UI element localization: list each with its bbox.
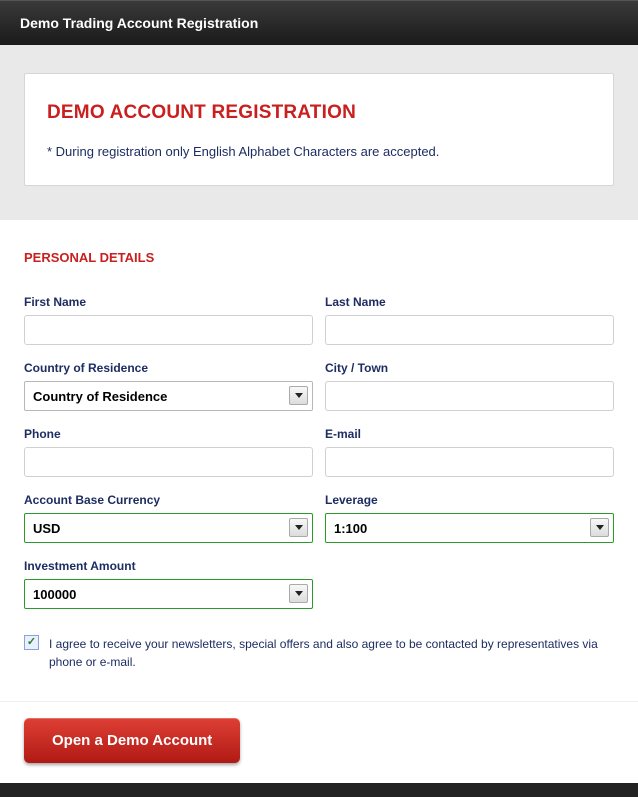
city-input[interactable] xyxy=(325,381,614,411)
email-input[interactable] xyxy=(325,447,614,477)
footer: Open a Demo Account xyxy=(0,701,638,783)
window-titlebar: Demo Trading Account Registration xyxy=(0,0,638,45)
form-area: PERSONAL DETAILS First Name Last Name Co… xyxy=(0,220,638,701)
leverage-value: 1:100 xyxy=(334,521,367,536)
country-select[interactable]: Country of Residence xyxy=(24,381,313,411)
phone-input[interactable] xyxy=(24,447,313,477)
investment-value: 100000 xyxy=(33,587,76,602)
agree-checkbox[interactable]: ✓ xyxy=(24,635,39,650)
submit-button[interactable]: Open a Demo Account xyxy=(24,718,240,763)
country-value: Country of Residence xyxy=(33,389,167,404)
first-name-input[interactable] xyxy=(24,315,313,345)
section-title: PERSONAL DETAILS xyxy=(24,250,614,265)
header-title: DEMO ACCOUNT REGISTRATION xyxy=(47,102,591,124)
country-label: Country of Residence xyxy=(24,361,313,375)
investment-label: Investment Amount xyxy=(24,559,313,573)
currency-label: Account Base Currency xyxy=(24,493,313,507)
leverage-select[interactable]: 1:100 xyxy=(325,513,614,543)
header-box: DEMO ACCOUNT REGISTRATION * During regis… xyxy=(24,73,614,186)
investment-select[interactable]: 100000 xyxy=(24,579,313,609)
currency-value: USD xyxy=(33,521,60,536)
chevron-down-icon xyxy=(289,386,308,405)
last-name-input[interactable] xyxy=(325,315,614,345)
agree-text: I agree to receive your newsletters, spe… xyxy=(49,635,614,671)
email-label: E-mail xyxy=(325,427,614,441)
currency-select[interactable]: USD xyxy=(24,513,313,543)
phone-label: Phone xyxy=(24,427,313,441)
header-area: DEMO ACCOUNT REGISTRATION * During regis… xyxy=(0,45,638,220)
first-name-label: First Name xyxy=(24,295,313,309)
chevron-down-icon xyxy=(590,518,609,537)
city-label: City / Town xyxy=(325,361,614,375)
window-title: Demo Trading Account Registration xyxy=(20,15,258,31)
leverage-label: Leverage xyxy=(325,493,614,507)
chevron-down-icon xyxy=(289,518,308,537)
chevron-down-icon xyxy=(289,584,308,603)
last-name-label: Last Name xyxy=(325,295,614,309)
header-note: * During registration only English Alpha… xyxy=(47,144,591,159)
